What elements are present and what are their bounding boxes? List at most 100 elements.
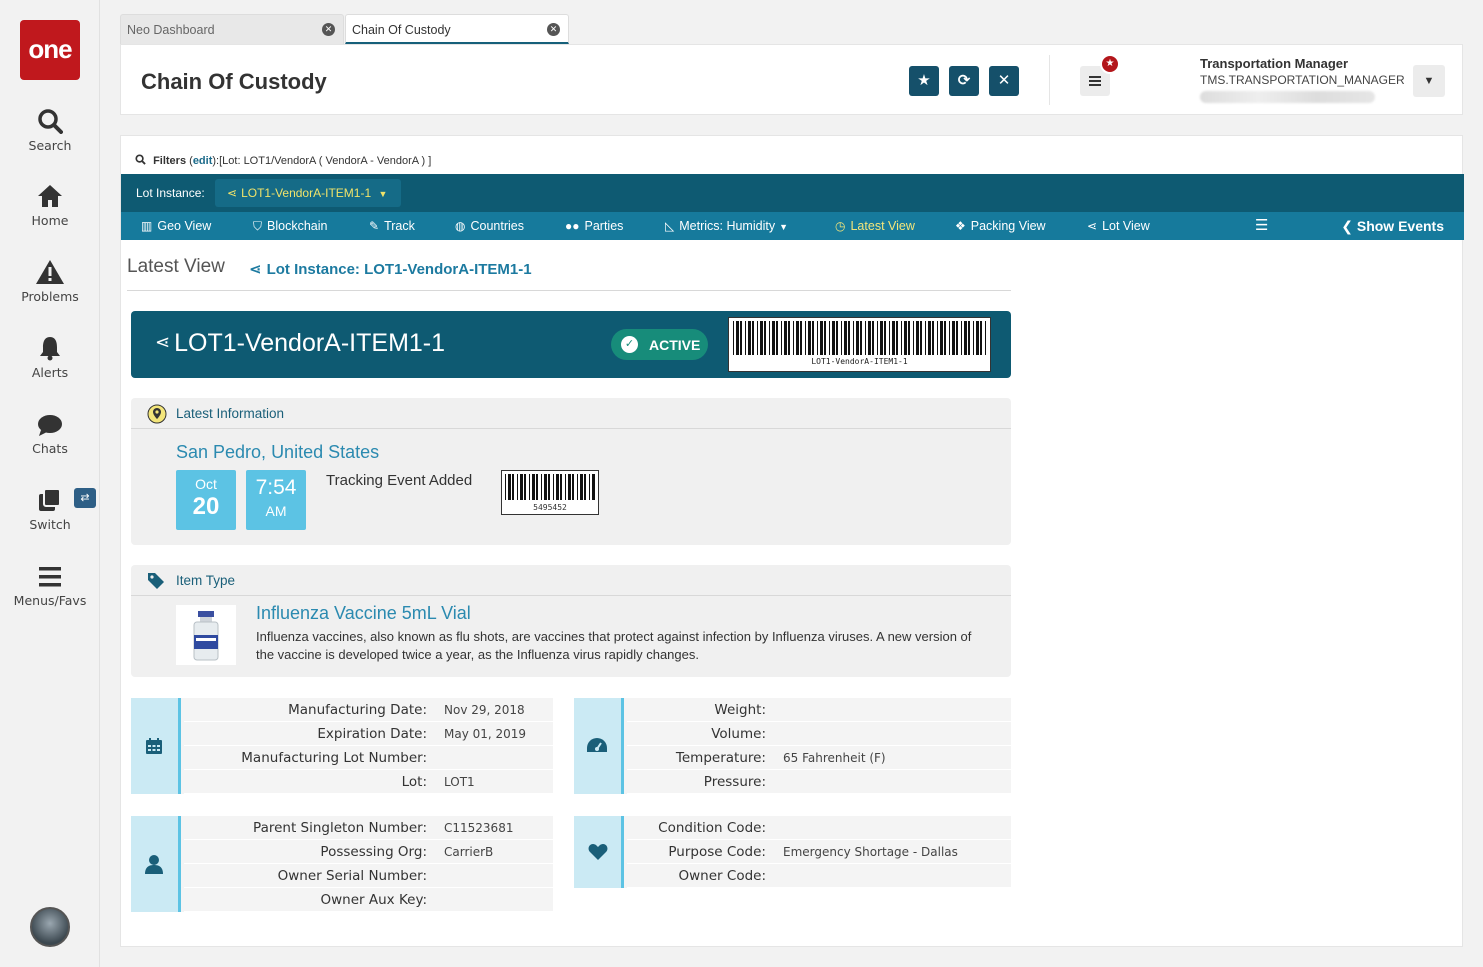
- barcode-bars: [733, 321, 986, 355]
- tab-label: Neo Dashboard: [127, 23, 215, 37]
- item-description: Influenza vaccines, also known as flu sh…: [256, 629, 972, 662]
- nav-alerts[interactable]: Alerts: [0, 335, 100, 380]
- nav-label: Latest View: [850, 219, 915, 233]
- ampm: AM: [265, 503, 287, 519]
- notification-star-icon[interactable]: ★: [1100, 54, 1120, 74]
- lot-title: LOT1-VendorA-ITEM1-1: [174, 329, 446, 357]
- nav-track[interactable]: ✎ Track: [369, 219, 415, 233]
- nav-search[interactable]: Search: [0, 108, 100, 153]
- nav-label: Countries: [470, 219, 524, 233]
- share-icon: ⋖: [155, 332, 171, 352]
- refresh-button[interactable]: ⟳: [949, 66, 979, 96]
- close-button[interactable]: ✕: [989, 66, 1019, 96]
- nav-packing-view[interactable]: ❖ Packing View: [955, 219, 1046, 233]
- nav-label: Metrics: Humidity: [679, 219, 776, 233]
- view-nav-bar: ▥ Geo View ⛉ Blockchain ✎ Track ◍ Countries …: [121, 212, 1464, 240]
- tab-neo-dashboard[interactable]: Neo Dashboard ✕: [120, 14, 344, 44]
- detail-key: Weight:: [714, 702, 766, 718]
- detail-key: Possessing Org:: [320, 844, 427, 860]
- user-email-redacted: [1200, 91, 1375, 103]
- view-subtitle-link[interactable]: ⋖ Lot Instance: LOT1-VendorA-ITEM1-1: [249, 260, 532, 278]
- tag-icon: [148, 573, 164, 589]
- time-box: 7:54 AM: [246, 470, 306, 530]
- detail-key: Expiration Date:: [317, 726, 427, 742]
- check-icon: ✓: [621, 336, 638, 353]
- nav-home[interactable]: Home: [0, 183, 100, 228]
- nav-label: Parties: [584, 219, 624, 233]
- close-icon[interactable]: ✕: [322, 23, 335, 36]
- page-title: Chain Of Custody: [141, 69, 327, 94]
- star-icon: ★: [917, 72, 931, 89]
- user-icon: [145, 855, 163, 874]
- detail-row: Weight:: [627, 698, 1011, 722]
- detail-key: Condition Code:: [658, 820, 766, 836]
- filter-bar: Filters (edit):[Lot: LOT1/VendorA ( Vend…: [135, 154, 431, 167]
- map-icon: ▥: [141, 219, 153, 233]
- nav-metrics-humidity[interactable]: ◺ Metrics: Humidity ▼: [665, 219, 788, 233]
- detail-row: Owner Serial Number:: [184, 864, 553, 888]
- nav-chats-label: Chats: [32, 441, 68, 456]
- lot-instance-select[interactable]: ⋖ LOT1-VendorA-ITEM1-1 ▼: [215, 179, 401, 207]
- dates-group: Manufacturing Date: Nov 29, 2018 Expirati…: [131, 698, 553, 794]
- users-icon: ●●: [565, 219, 580, 233]
- detail-value: LOT1: [444, 775, 475, 789]
- vial-image: [176, 605, 236, 665]
- nav-latest-view[interactable]: ◷ Latest View: [835, 219, 915, 233]
- favorite-button[interactable]: ★: [909, 66, 939, 96]
- nav-label: Lot View: [1102, 219, 1150, 233]
- filters-value: :[Lot: LOT1/VendorA ( VendorA - VendorA …: [216, 155, 432, 167]
- latest-information-section: Latest Information San Pedro, United Sta…: [131, 398, 1011, 545]
- clock-icon: ◷: [835, 219, 846, 233]
- nav-switch-label: Switch: [29, 517, 71, 532]
- dropbox-icon: ❖: [955, 219, 966, 233]
- lot-instance-label: Lot Instance:: [136, 186, 205, 200]
- switch-arrows-icon[interactable]: ⇄: [74, 488, 96, 508]
- app-logo[interactable]: one: [20, 20, 80, 80]
- show-events-button[interactable]: ❮ Show Events: [1341, 218, 1444, 235]
- barcode-text: LOT1-VendorA-ITEM1-1: [811, 357, 908, 366]
- chevron-down-icon: ▼: [1423, 75, 1435, 87]
- nav-geo-view[interactable]: ▥ Geo View: [141, 219, 211, 233]
- nav-search-label: Search: [28, 138, 72, 153]
- close-icon[interactable]: ✕: [547, 23, 560, 36]
- detail-value: C11523681: [444, 821, 514, 835]
- location-link[interactable]: San Pedro, United States: [176, 442, 379, 463]
- more-menu-icon[interactable]: ☰: [1255, 216, 1268, 234]
- chart-icon: ◺: [665, 219, 675, 233]
- nav-countries[interactable]: ◍ Countries: [455, 219, 524, 233]
- switch-icon: [39, 488, 61, 511]
- tachometer-icon: [587, 738, 607, 752]
- nav-chats[interactable]: Chats: [0, 413, 100, 456]
- tab-chain-of-custody[interactable]: Chain Of Custody ✕: [345, 14, 569, 44]
- section-title: Latest Information: [176, 406, 285, 421]
- nav-problems-label: Problems: [21, 289, 79, 304]
- nav-menus-favs[interactable]: Menus/Favs: [0, 565, 100, 608]
- search-icon: [38, 109, 63, 134]
- month: Oct: [195, 476, 217, 492]
- nav-problems[interactable]: Problems: [0, 259, 100, 304]
- time: 7:54: [255, 476, 297, 499]
- detail-key: Lot:: [401, 774, 427, 790]
- search-icon: [135, 154, 146, 165]
- group-side: [131, 698, 181, 794]
- nav-label: Blockchain: [267, 219, 328, 233]
- lot-banner: ⋖ LOT1-VendorA-ITEM1-1 ✓ ACTIVE LOT1-Vend…: [131, 311, 1011, 378]
- detail-key: Owner Serial Number:: [277, 868, 427, 884]
- detail-row: Condition Code:: [627, 816, 1011, 840]
- detail-row: Lot: LOT1: [184, 770, 553, 794]
- group-side: [131, 816, 181, 912]
- nav-blockchain[interactable]: ⛉ Blockchain: [253, 219, 327, 234]
- nav-parties[interactable]: ●● Parties: [565, 219, 623, 233]
- detail-row: Manufacturing Lot Number:: [184, 746, 553, 770]
- left-nav: one Search Home Problems Alerts Chats Sw…: [0, 0, 100, 967]
- share-icon: ⋖: [1087, 219, 1098, 233]
- filters-edit-link[interactable]: edit: [193, 155, 213, 167]
- assistant-avatar[interactable]: [30, 907, 70, 947]
- detail-row: Manufacturing Date: Nov 29, 2018: [184, 698, 553, 722]
- detail-row: Purpose Code: Emergency Shortage - Dallas: [627, 840, 1011, 864]
- user-dropdown-button[interactable]: ▼: [1413, 65, 1445, 97]
- item-name-link[interactable]: Influenza Vaccine 5mL Vial: [256, 603, 471, 624]
- detail-value: 65 Fahrenheit (F): [783, 751, 886, 765]
- detail-row: Pressure:: [627, 770, 1011, 794]
- nav-lot-view[interactable]: ⋖ Lot View: [1087, 219, 1150, 233]
